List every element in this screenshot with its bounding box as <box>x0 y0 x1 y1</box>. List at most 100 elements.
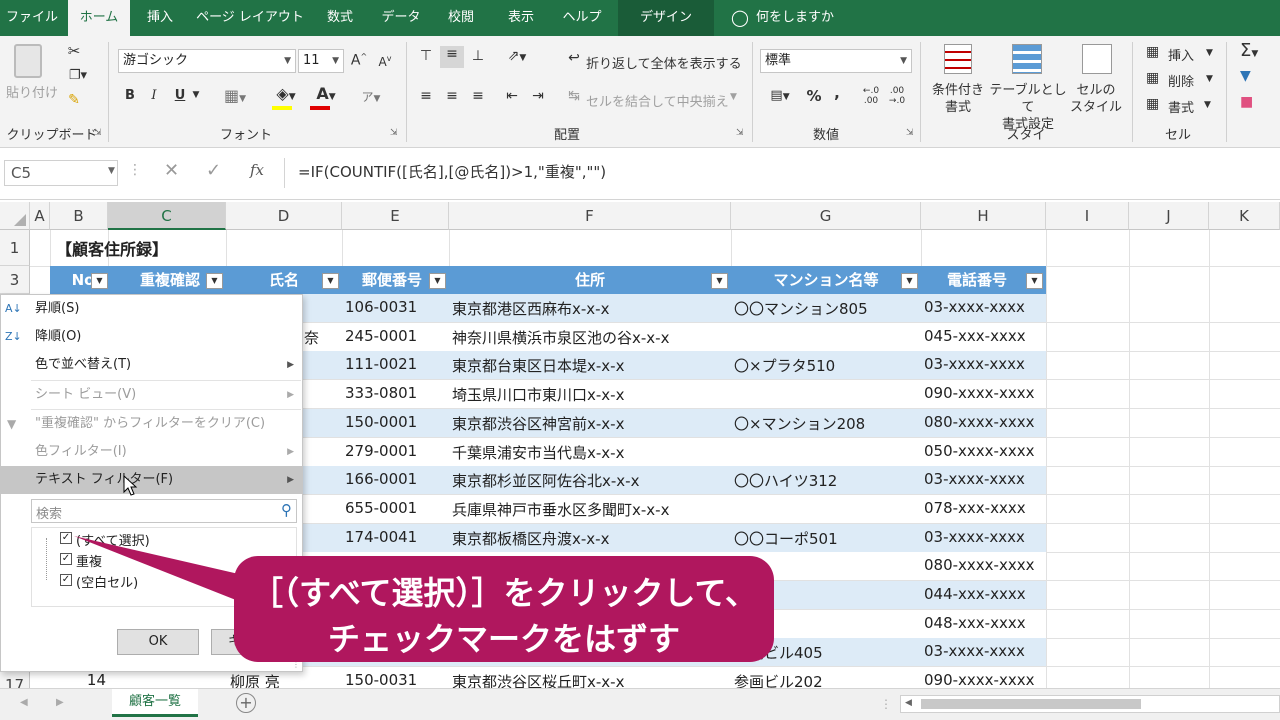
filter-dropdown-no[interactable]: ▼ <box>91 273 108 289</box>
add-sheet-icon[interactable]: + <box>236 693 256 713</box>
column-header-d[interactable]: D <box>226 202 342 230</box>
decrease-decimal-icon[interactable]: .00 →.0 <box>886 86 908 106</box>
merge-center-button[interactable]: セルを結合して中央揃え <box>586 91 729 110</box>
drag-handle-icon[interactable]: ⋮ <box>128 162 142 178</box>
cell-phone[interactable]: 080-xxxx-xxxx <box>924 556 1034 574</box>
tab-insert[interactable]: 挿入 <box>136 0 184 36</box>
cell-address[interactable]: 東京都渋谷区桜丘町x-x-x <box>452 671 624 688</box>
cell-zip[interactable]: 333-0801 <box>345 384 417 402</box>
tab-help[interactable]: ヘルプ <box>554 0 610 36</box>
cell-address[interactable]: 東京都港区西麻布x-x-x <box>452 298 609 319</box>
column-header-k[interactable]: K <box>1209 202 1280 230</box>
borders-icon[interactable]: ▦▼ <box>220 86 250 105</box>
select-all-corner[interactable] <box>0 202 30 230</box>
align-middle-icon[interactable]: ≡ <box>440 46 464 68</box>
scroll-right-icon[interactable]: ▶ <box>56 697 64 708</box>
bold-button[interactable]: B <box>122 88 138 103</box>
cut-icon[interactable]: ✂ <box>64 42 84 60</box>
cell-building[interactable]: 〇〇マンション805 <box>734 298 868 319</box>
cell-building[interactable]: 〇〇コーポ501 <box>734 528 838 549</box>
chevron-down-icon[interactable]: ▼ <box>108 166 115 176</box>
tab-review[interactable]: 校閲 <box>436 0 486 36</box>
cell-name[interactable]: 柳原 亮 <box>230 671 280 688</box>
comma-style-icon[interactable]: , <box>830 84 844 102</box>
menu-item-sort-by-color[interactable]: 色で並べ替え(T) ▶ <box>1 351 302 379</box>
cell-building[interactable]: 〇〇ハイツ312 <box>734 470 837 491</box>
cell-address[interactable]: 東京都渋谷区神宮前x-x-x <box>452 413 624 434</box>
menu-item-text-filter[interactable]: テキスト フィルター(F) ▶ <box>1 466 302 494</box>
filter-dropdown-zip[interactable]: ▼ <box>429 273 446 289</box>
cell-no[interactable]: 14 <box>50 671 106 688</box>
menu-item-clear-filter[interactable]: ▼ "重複確認" からフィルターをクリア(C) <box>1 410 302 438</box>
align-left-icon[interactable]: ≡ <box>414 88 438 104</box>
tab-page-layout[interactable]: ページ レイアウト <box>190 0 310 36</box>
cell-name[interactable]: 奈 <box>304 327 319 348</box>
filter-dropdown-address[interactable]: ▼ <box>711 273 728 289</box>
clipboard-launcher-icon[interactable]: ⇲ <box>94 128 102 138</box>
formula-input[interactable]: =IF(COUNTIF([氏名],[@氏名])>1,"重複","") <box>298 161 606 182</box>
name-box[interactable]: C5 <box>4 160 118 186</box>
copy-icon[interactable]: ❐▾ <box>64 68 92 83</box>
align-right-icon[interactable]: ≡ <box>466 88 490 104</box>
cell-building[interactable]: 〇×プラタ510 <box>734 355 835 376</box>
filter-dropdown-building[interactable]: ▼ <box>901 273 918 289</box>
fill-icon[interactable]: ▼ <box>1240 68 1251 84</box>
cell-styles-button[interactable]: セルの スタイル <box>1066 82 1126 116</box>
column-header-a[interactable]: A <box>30 202 50 230</box>
menu-item-sheet-view[interactable]: シート ビュー(V) ▶ <box>1 381 302 409</box>
grow-font-icon[interactable]: A^ <box>350 52 368 69</box>
filter-dropdown-name[interactable]: ▼ <box>322 273 339 289</box>
cell-phone[interactable]: 03-xxxx-xxxx <box>924 355 1025 373</box>
column-header-i[interactable]: I <box>1046 202 1129 230</box>
autosum-icon[interactable]: Σ▼ <box>1240 40 1258 61</box>
tab-data[interactable]: データ <box>372 0 430 36</box>
accounting-format-icon[interactable]: ▤▼ <box>762 88 798 103</box>
tab-home[interactable]: ホーム <box>68 0 130 36</box>
clear-icon[interactable]: ■ <box>1240 94 1253 110</box>
cell-phone[interactable]: 050-xxxx-xxxx <box>924 442 1034 460</box>
column-header-c[interactable]: C <box>108 202 226 230</box>
cell-address[interactable]: 兵庫県神戸市垂水区多聞町x-x-x <box>452 499 669 520</box>
cell-address[interactable]: 東京都板橋区舟渡x-x-x <box>452 528 609 549</box>
cell-address[interactable]: 千葉県浦安市当代島x-x-x <box>452 442 624 463</box>
wrap-text-button[interactable]: 折り返して全体を表示する <box>586 53 742 72</box>
fill-color-icon[interactable]: ◈▼ <box>268 84 304 103</box>
cell-zip[interactable]: 150-0031 <box>345 671 417 688</box>
cell-phone[interactable]: 03-xxxx-xxxx <box>924 298 1025 316</box>
increase-indent-icon[interactable]: ⇥ <box>526 88 550 104</box>
cell-phone[interactable]: 090-xxxx-xxxx <box>924 384 1034 402</box>
cell-phone[interactable]: 03-xxxx-xxxx <box>924 642 1025 660</box>
scroll-left-icon[interactable]: ◀ <box>20 697 28 708</box>
column-header-g[interactable]: G <box>731 202 921 230</box>
cell-phone[interactable]: 080-xxxx-xxxx <box>924 413 1034 431</box>
scrollbar-thumb[interactable] <box>921 699 1141 709</box>
cell-address[interactable]: 埼玉県川口市東川口x-x-x <box>452 384 624 405</box>
tab-file[interactable]: ファイル <box>0 0 64 36</box>
cell-phone[interactable]: 090-xxxx-xxxx <box>924 671 1034 688</box>
scroll-left-icon[interactable]: ◀ <box>905 698 912 708</box>
cell-zip[interactable]: 111-0021 <box>345 355 417 373</box>
alignment-launcher-icon[interactable]: ⇲ <box>736 128 744 138</box>
column-header-b[interactable]: B <box>50 202 108 230</box>
italic-button[interactable]: I <box>146 88 162 103</box>
chevron-down-icon[interactable]: ▼ <box>190 90 202 100</box>
conditional-formatting-button[interactable]: 条件付き 書式 <box>926 82 990 116</box>
insert-cells-button[interactable]: 挿入 <box>1168 45 1194 64</box>
cell-zip[interactable]: 150-0001 <box>345 413 417 431</box>
align-bottom-icon[interactable]: ⊥ <box>466 48 490 64</box>
cell-building[interactable]: 〇×マンション208 <box>734 413 865 434</box>
cell-address[interactable]: 東京都杉並区阿佐谷北x-x-x <box>452 470 639 491</box>
insert-function-button[interactable]: fx <box>250 161 264 179</box>
title-cell[interactable]: 【顧客住所録】 <box>56 236 168 260</box>
horizontal-scrollbar[interactable]: ◀ <box>900 695 1280 713</box>
cell-zip[interactable]: 106-0031 <box>345 298 417 316</box>
font-launcher-icon[interactable]: ⇲ <box>390 128 398 138</box>
format-painter-icon[interactable]: ✎ <box>64 92 84 108</box>
column-header-f[interactable]: F <box>449 202 731 230</box>
cell-address[interactable]: 神奈川県横浜市泉区池の谷x-x-x <box>452 327 669 348</box>
tab-view[interactable]: 表示 <box>496 0 546 36</box>
cell-zip[interactable]: 655-0001 <box>345 499 417 517</box>
font-size-box[interactable]: 11 ▼ <box>298 49 344 73</box>
paste-button[interactable]: 貼り付け <box>4 82 60 101</box>
orientation-icon[interactable]: ⇗▼ <box>500 48 534 64</box>
